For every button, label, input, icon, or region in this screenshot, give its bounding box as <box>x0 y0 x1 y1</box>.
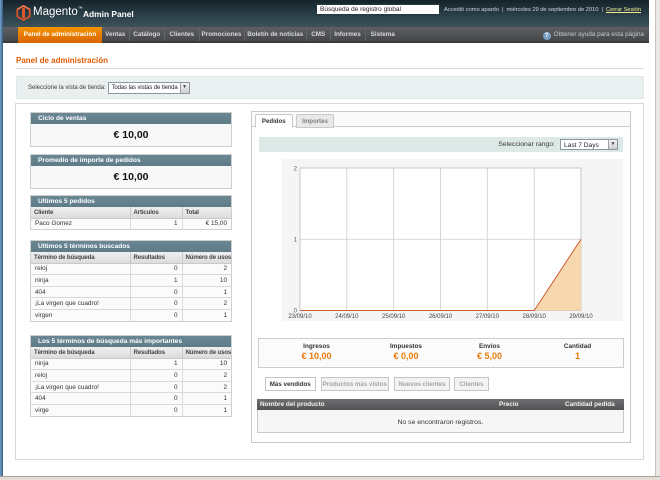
svg-text:23/09/10: 23/09/10 <box>288 314 312 320</box>
svg-text:27/09/10: 27/09/10 <box>476 314 500 320</box>
svg-text:1: 1 <box>294 238 298 244</box>
svg-text:28/09/10: 28/09/10 <box>523 314 547 320</box>
svg-text:24/09/10: 24/09/10 <box>335 314 359 320</box>
svg-text:2: 2 <box>294 167 298 173</box>
svg-text:26/09/10: 26/09/10 <box>429 314 453 320</box>
svg-text:29/09/10: 29/09/10 <box>569 314 593 320</box>
svg-text:25/09/10: 25/09/10 <box>382 314 406 320</box>
